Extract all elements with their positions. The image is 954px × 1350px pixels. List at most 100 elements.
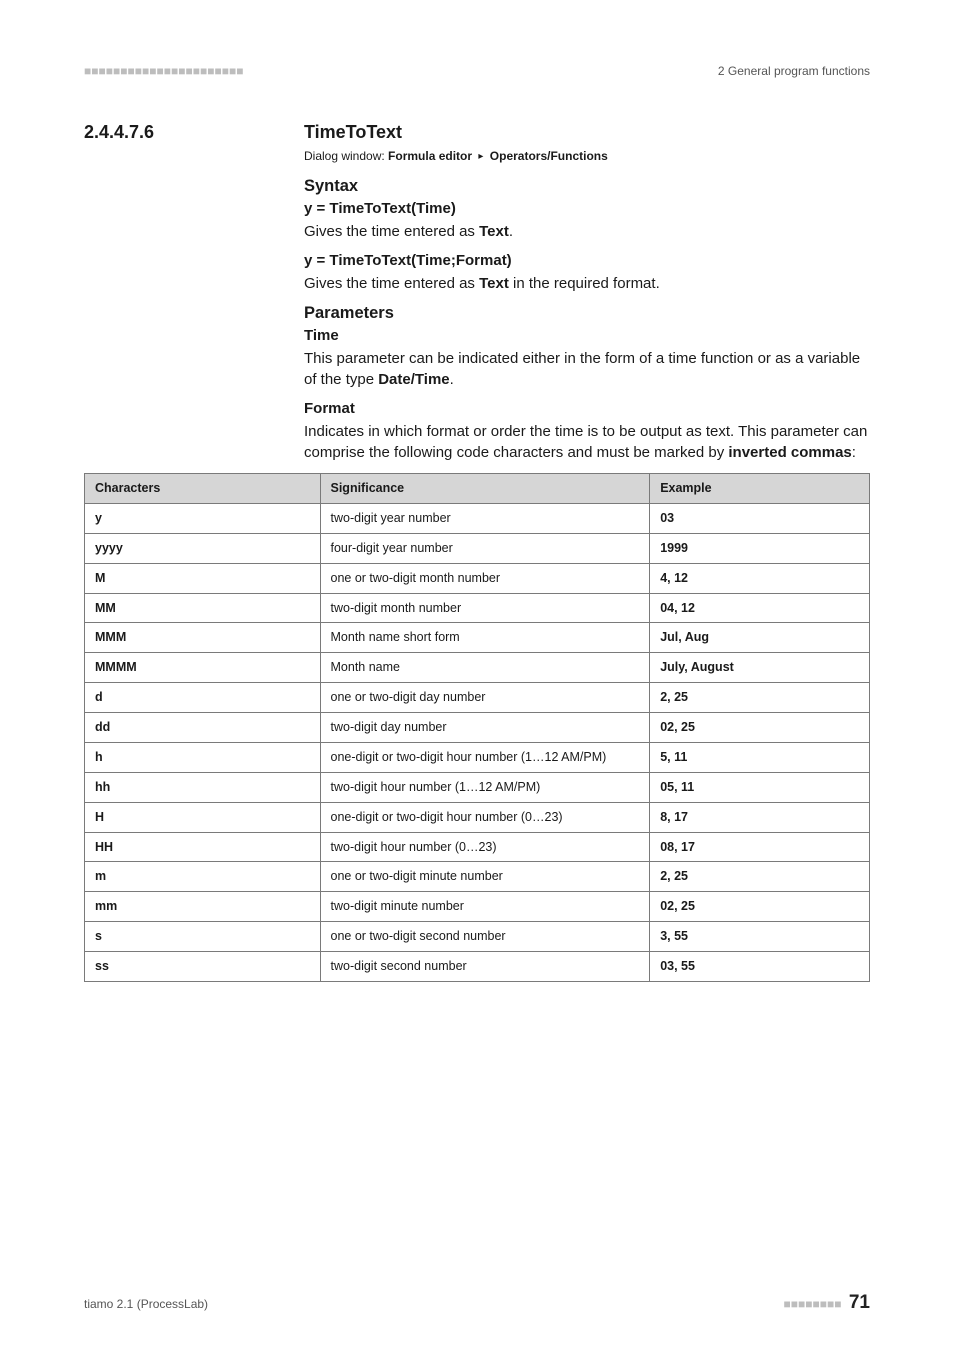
cell-sig: one-digit or two-digit hour number (1…12… (320, 742, 650, 772)
table-row: MMtwo-digit month number04, 12 (85, 593, 870, 623)
cell-sig: two-digit second number (320, 952, 650, 982)
cell-ex: 03, 55 (650, 952, 870, 982)
cell-char: hh (85, 772, 321, 802)
cell-char: M (85, 563, 321, 593)
cell-ex: 5, 11 (650, 742, 870, 772)
cell-ex: 08, 17 (650, 832, 870, 862)
table-row: ddtwo-digit day number02, 25 (85, 713, 870, 743)
cell-char: H (85, 802, 321, 832)
format-codes-table: Characters Significance Example ytwo-dig… (84, 473, 870, 982)
dialog-part2: Operators/Functions (490, 149, 608, 163)
cell-sig: two-digit hour number (1…12 AM/PM) (320, 772, 650, 802)
col-header-significance: Significance (320, 474, 650, 504)
cell-char: s (85, 922, 321, 952)
cell-ex: 04, 12 (650, 593, 870, 623)
table-row: hhtwo-digit hour number (1…12 AM/PM)05, … (85, 772, 870, 802)
cell-char: ss (85, 952, 321, 982)
cell-sig: two-digit day number (320, 713, 650, 743)
cell-char: m (85, 862, 321, 892)
cell-ex: 4, 12 (650, 563, 870, 593)
footer-right: ■■■■■■■■ 71 (784, 1292, 870, 1314)
cell-ex: 2, 25 (650, 862, 870, 892)
cell-sig: two-digit year number (320, 503, 650, 533)
param-format-desc: Indicates in which format or order the t… (304, 421, 870, 463)
syntax-desc1-pre: Gives the time entered as (304, 223, 479, 240)
cell-ex: 3, 55 (650, 922, 870, 952)
cell-char: yyyy (85, 533, 321, 563)
header-dashes: ■■■■■■■■■■■■■■■■■■■■■■ (84, 64, 243, 78)
dialog-prefix: Dialog window: (304, 149, 388, 163)
cell-ex: 2, 25 (650, 683, 870, 713)
param-time-desc-post: . (450, 371, 454, 388)
table-row: sone or two-digit second number3, 55 (85, 922, 870, 952)
table-row: mone or two-digit minute number2, 25 (85, 862, 870, 892)
table-row: yyyyfour-digit year number1999 (85, 533, 870, 563)
section-heading: 2.4.4.7.6 TimeToText (84, 122, 870, 143)
cell-char: h (85, 742, 321, 772)
cell-sig: one or two-digit day number (320, 683, 650, 713)
cell-char: dd (85, 713, 321, 743)
cell-ex: Jul, Aug (650, 623, 870, 653)
cell-sig: two-digit hour number (0…23) (320, 832, 650, 862)
param-format-desc-bold: inverted commas (728, 444, 851, 461)
table-row: MMMMMonth nameJuly, August (85, 653, 870, 683)
table-row: Mone or two-digit month number4, 12 (85, 563, 870, 593)
cell-char: MMMM (85, 653, 321, 683)
cell-ex: 02, 25 (650, 892, 870, 922)
section-number: 2.4.4.7.6 (84, 122, 272, 143)
table-row: done or two-digit day number2, 25 (85, 683, 870, 713)
cell-char: y (85, 503, 321, 533)
table-row: HHtwo-digit hour number (0…23)08, 17 (85, 832, 870, 862)
dialog-window-line: Dialog window: Formula editor ▸ Operator… (304, 149, 870, 163)
table-row: mmtwo-digit minute number02, 25 (85, 892, 870, 922)
cell-char: MM (85, 593, 321, 623)
cell-sig: Month name (320, 653, 650, 683)
cell-ex: 05, 11 (650, 772, 870, 802)
param-time-desc: This parameter can be indicated either i… (304, 348, 870, 390)
col-header-example: Example (650, 474, 870, 504)
page-footer: tiamo 2.1 (ProcessLab) ■■■■■■■■ 71 (84, 1292, 870, 1314)
table-row: Hone-digit or two-digit hour number (0…2… (85, 802, 870, 832)
header-right-text: 2 General program functions (718, 64, 870, 78)
table-row: ytwo-digit year number03 (85, 503, 870, 533)
parameters-heading: Parameters (304, 304, 870, 323)
table-body: ytwo-digit year number03 yyyyfour-digit … (85, 503, 870, 981)
cell-ex: 8, 17 (650, 802, 870, 832)
table-header-row: Characters Significance Example (85, 474, 870, 504)
cell-ex: 1999 (650, 533, 870, 563)
cell-sig: one-digit or two-digit hour number (0…23… (320, 802, 650, 832)
syntax-signature-2: y = TimeToText(Time;Format) (304, 252, 870, 269)
cell-ex: 03 (650, 503, 870, 533)
cell-char: d (85, 683, 321, 713)
section-title: TimeToText (304, 122, 402, 143)
cell-sig: one or two-digit second number (320, 922, 650, 952)
dialog-part1: Formula editor (388, 149, 472, 163)
table-row: MMMMonth name short formJul, Aug (85, 623, 870, 653)
cell-sig: two-digit minute number (320, 892, 650, 922)
cell-ex: 02, 25 (650, 713, 870, 743)
cell-sig: Month name short form (320, 623, 650, 653)
syntax-desc-2: Gives the time entered as Text in the re… (304, 273, 870, 294)
page-number: 71 (849, 1292, 870, 1313)
syntax-desc1-bold: Text (479, 223, 509, 240)
syntax-desc1-post: . (509, 223, 513, 240)
table-row: sstwo-digit second number03, 55 (85, 952, 870, 982)
param-time-desc-bold: Date/Time (378, 371, 449, 388)
param-format-name: Format (304, 400, 870, 417)
footer-left-text: tiamo 2.1 (ProcessLab) (84, 1297, 208, 1311)
syntax-signature-1: y = TimeToText(Time) (304, 200, 870, 217)
running-header: ■■■■■■■■■■■■■■■■■■■■■■ 2 General program… (84, 64, 870, 78)
cell-sig: four-digit year number (320, 533, 650, 563)
breadcrumb-separator-icon: ▸ (478, 151, 483, 162)
syntax-desc2-bold: Text (479, 275, 509, 292)
cell-char: MMM (85, 623, 321, 653)
cell-char: HH (85, 832, 321, 862)
syntax-desc-1: Gives the time entered as Text. (304, 221, 870, 242)
table-row: hone-digit or two-digit hour number (1…1… (85, 742, 870, 772)
cell-sig: one or two-digit month number (320, 563, 650, 593)
col-header-characters: Characters (85, 474, 321, 504)
syntax-desc2-pre: Gives the time entered as (304, 275, 479, 292)
footer-dashes: ■■■■■■■■ (784, 1297, 842, 1311)
param-time-name: Time (304, 327, 870, 344)
cell-ex: July, August (650, 653, 870, 683)
